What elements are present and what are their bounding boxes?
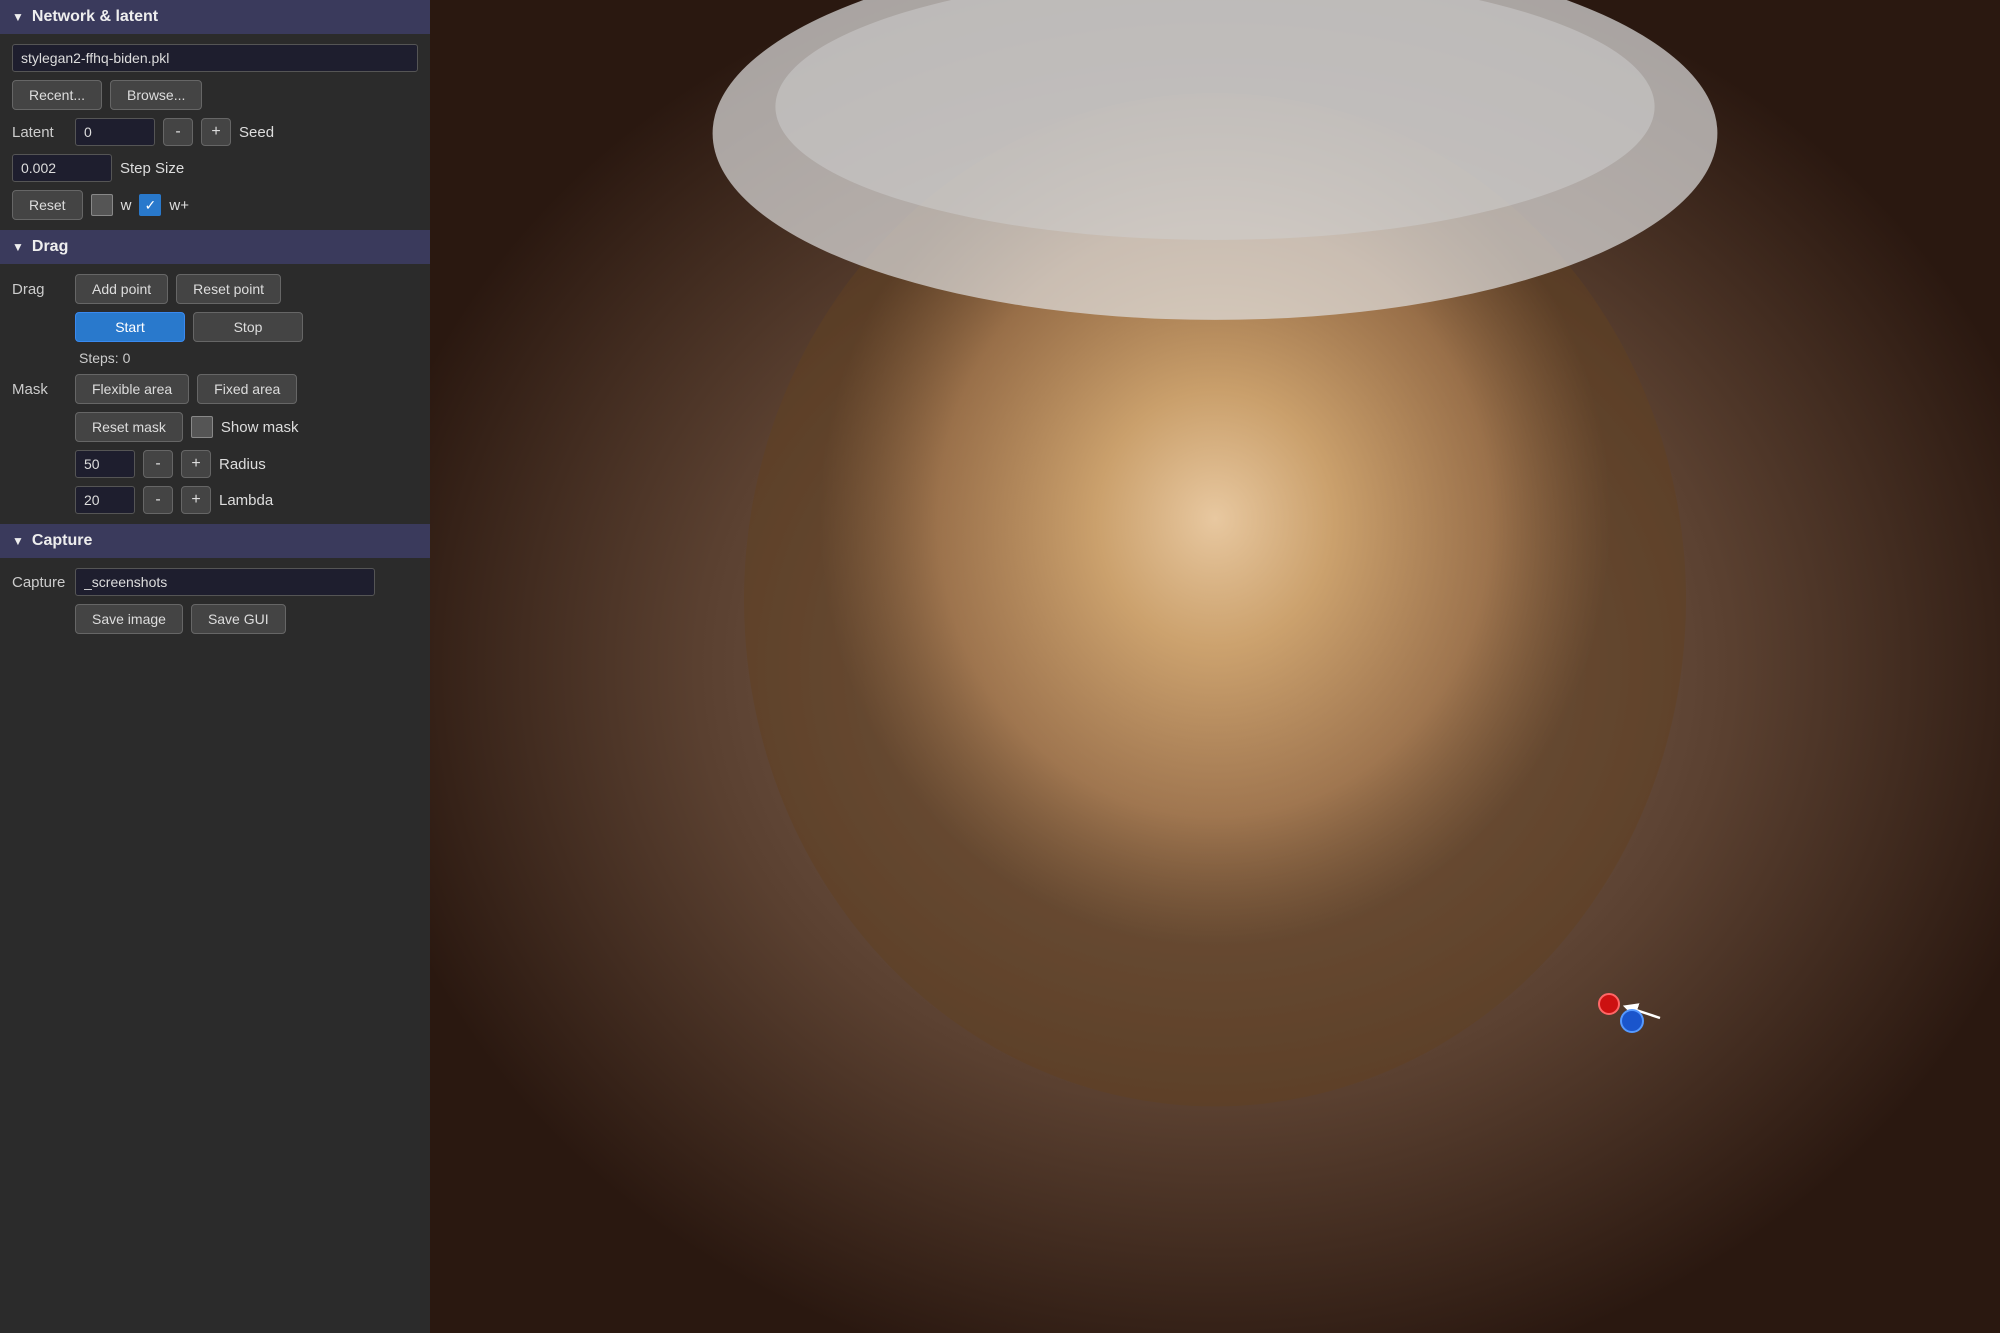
capture-input[interactable] (75, 568, 375, 596)
network-section-title: Network & latent (32, 8, 158, 26)
capture-section-body: Capture Save image Save GUI (0, 558, 430, 644)
capture-label: Capture (12, 574, 67, 591)
drag-label-row: Drag Add point Reset point (12, 274, 418, 304)
face-background (430, 0, 2000, 1333)
latent-row: Latent - + Seed (12, 118, 418, 146)
lambda-row: - + Lambda (75, 486, 418, 514)
pickle-buttons-row: Recent... Browse... (12, 80, 418, 110)
network-section-body: Recent... Browse... Latent - + Seed Step… (0, 34, 430, 230)
pickle-row (12, 44, 418, 72)
w-label: w (121, 197, 132, 214)
lambda-minus-button[interactable]: - (143, 486, 173, 514)
mask-label: Mask (12, 381, 67, 398)
drag-label: Drag (12, 281, 67, 298)
show-mask-label: Show mask (221, 419, 299, 436)
radius-label: Radius (219, 456, 266, 473)
browse-button[interactable]: Browse... (110, 80, 202, 110)
stop-button[interactable]: Stop (193, 312, 303, 342)
add-point-button[interactable]: Add point (75, 274, 168, 304)
drag-section-title: Drag (32, 238, 68, 256)
reset-row: Reset w w+ (12, 190, 418, 220)
right-panel (430, 0, 2000, 1333)
pickle-input[interactable] (12, 44, 418, 72)
wplus-checkbox[interactable] (139, 194, 161, 216)
lambda-input[interactable] (75, 486, 135, 514)
save-gui-button[interactable]: Save GUI (191, 604, 286, 634)
mask-area-row: Mask Flexible area Fixed area (12, 374, 418, 404)
lambda-plus-button[interactable]: + (181, 486, 211, 514)
w-checkbox[interactable] (91, 194, 113, 216)
left-panel: ▼ Network & latent Recent... Browse... L… (0, 0, 430, 1333)
latent-minus-button[interactable]: - (163, 118, 193, 146)
start-stop-row: Start Stop (75, 312, 418, 342)
drag-target-point[interactable] (1598, 993, 1620, 1015)
radius-plus-button[interactable]: + (181, 450, 211, 478)
step-size-input[interactable] (12, 154, 112, 182)
capture-arrow-icon: ▼ (12, 534, 24, 548)
fixed-area-button[interactable]: Fixed area (197, 374, 297, 404)
save-buttons-row: Save image Save GUI (75, 604, 418, 634)
step-size-label: Step Size (120, 160, 184, 177)
reset-mask-button[interactable]: Reset mask (75, 412, 183, 442)
drag-arrow-icon: ▼ (12, 240, 24, 254)
network-section-header[interactable]: ▼ Network & latent (0, 0, 430, 34)
recent-button[interactable]: Recent... (12, 80, 102, 110)
capture-section-header[interactable]: ▼ Capture (0, 524, 430, 558)
step-size-row: Step Size (12, 154, 418, 182)
radius-input[interactable] (75, 450, 135, 478)
flexible-area-button[interactable]: Flexible area (75, 374, 189, 404)
start-button[interactable]: Start (75, 312, 185, 342)
reset-button[interactable]: Reset (12, 190, 83, 220)
lambda-label: Lambda (219, 492, 273, 509)
wplus-label: w+ (169, 197, 189, 214)
reset-point-button[interactable]: Reset point (176, 274, 281, 304)
capture-input-row: Capture (12, 568, 418, 596)
latent-plus-button[interactable]: + (201, 118, 231, 146)
drag-section-header[interactable]: ▼ Drag (0, 230, 430, 264)
drag-source-point[interactable] (1620, 1009, 1644, 1033)
reset-mask-row: Reset mask Show mask (75, 412, 418, 442)
save-image-button[interactable]: Save image (75, 604, 183, 634)
latent-label: Latent (12, 124, 67, 141)
radius-row: - + Radius (75, 450, 418, 478)
radius-minus-button[interactable]: - (143, 450, 173, 478)
steps-row: Steps: 0 (75, 350, 418, 366)
steps-text: Steps: 0 (79, 350, 130, 366)
latent-input[interactable] (75, 118, 155, 146)
face-overlay (430, 0, 2000, 1333)
capture-section-title: Capture (32, 532, 92, 550)
show-mask-checkbox[interactable] (191, 416, 213, 438)
seed-label: Seed (239, 124, 274, 141)
drag-section-body: Drag Add point Reset point Start Stop St… (0, 264, 430, 524)
network-arrow-icon: ▼ (12, 10, 24, 24)
